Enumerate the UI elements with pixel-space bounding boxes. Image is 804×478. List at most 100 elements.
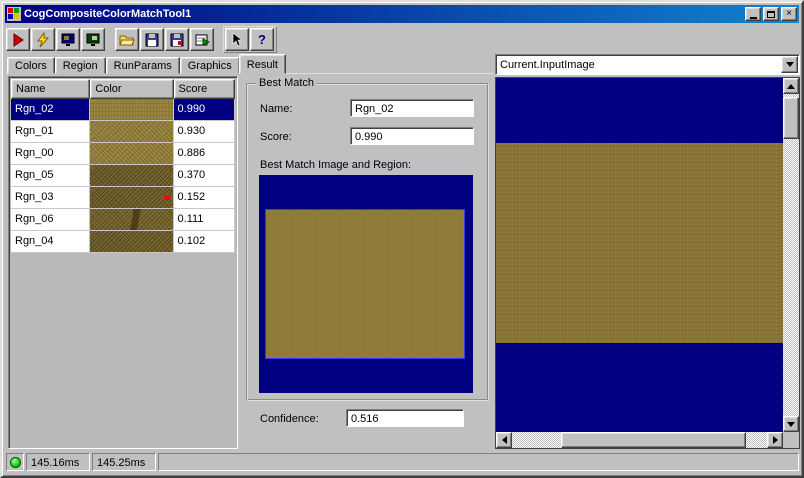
table-row[interactable]: Rgn_04 0.102: [11, 231, 235, 253]
input-image-match-band: [496, 143, 783, 343]
best-match-region: [265, 209, 465, 359]
table-row[interactable]: Rgn_06 0.111: [11, 209, 235, 231]
row-score[interactable]: 0.111: [173, 209, 235, 231]
row-name[interactable]: Rgn_02: [11, 99, 91, 121]
column-header-name[interactable]: Name: [11, 79, 91, 99]
horizontal-scroll-thumb[interactable]: [561, 432, 746, 448]
import-button[interactable]: [190, 28, 214, 51]
row-color-swatch[interactable]: [90, 209, 174, 231]
live-run-icon: [37, 31, 50, 47]
close-icon: ×: [786, 8, 792, 19]
table-row[interactable]: Rgn_05 0.370: [11, 165, 235, 187]
row-name[interactable]: Rgn_05: [11, 165, 91, 187]
import-icon: [195, 34, 210, 46]
tab-region[interactable]: Region: [54, 57, 106, 74]
tab-strip: Colors Region RunParams Graphics Result: [7, 54, 286, 74]
save-image-icon: [170, 33, 184, 46]
grid-header-row: Name Color Score: [11, 79, 235, 99]
row-color-swatch[interactable]: [90, 143, 174, 165]
row-score[interactable]: 0.152: [173, 187, 235, 209]
row-color-swatch[interactable]: [90, 187, 174, 209]
image-display-a-button[interactable]: [56, 28, 80, 51]
confidence-field[interactable]: 0.516: [346, 409, 464, 427]
combobox-dropdown-button[interactable]: [781, 56, 798, 73]
chevron-down-icon: [785, 62, 794, 67]
row-score[interactable]: 0.886: [173, 143, 235, 165]
vertical-scroll-thumb[interactable]: [783, 97, 799, 139]
row-color-swatch[interactable]: [90, 121, 174, 143]
best-match-image: [259, 175, 473, 393]
match-marker: [163, 196, 170, 200]
status-bar: 145.16ms 145.25ms: [5, 451, 799, 473]
live-run-button[interactable]: [31, 28, 55, 51]
image-source-value: Current.InputImage: [500, 59, 595, 71]
tab-runparams[interactable]: RunParams: [105, 57, 180, 74]
table-row[interactable]: Rgn_01 0.930: [11, 121, 235, 143]
toolbar: ?: [6, 26, 277, 53]
titlebar-buttons: ×: [745, 7, 797, 21]
vertical-scrollbar[interactable]: [783, 78, 799, 432]
column-header-score[interactable]: Score: [173, 79, 235, 99]
minimize-icon: [749, 16, 757, 19]
score-field[interactable]: 0.990: [350, 127, 474, 145]
save-icon: [145, 33, 159, 46]
status-led-icon: [9, 456, 21, 468]
image-display-a-icon: [61, 33, 75, 46]
run-icon: [13, 32, 24, 47]
open-file-button[interactable]: [115, 28, 139, 51]
pointer-icon: [232, 31, 243, 46]
minimize-button[interactable]: [745, 7, 761, 21]
row-color-swatch[interactable]: [90, 165, 174, 187]
scroll-left-button[interactable]: [496, 432, 512, 448]
close-button[interactable]: ×: [781, 7, 797, 21]
input-image-canvas: [496, 78, 783, 432]
confidence-label: Confidence:: [260, 413, 319, 425]
pointer-button[interactable]: [225, 28, 249, 51]
input-image-display: [495, 77, 800, 449]
table-row[interactable]: Rgn_02 0.990: [11, 99, 235, 121]
tab-result[interactable]: Result: [238, 54, 286, 74]
row-score[interactable]: 0.102: [173, 231, 235, 253]
table-row[interactable]: Rgn_03 0.152: [11, 187, 235, 209]
row-name[interactable]: Rgn_00: [11, 143, 91, 165]
row-color-swatch[interactable]: [90, 99, 174, 121]
scroll-down-button[interactable]: [783, 416, 799, 432]
scrollbar-corner: [783, 432, 799, 448]
toolbar-tools-group: ?: [223, 26, 277, 53]
maximize-icon: [767, 10, 775, 18]
row-score[interactable]: 0.990: [173, 99, 235, 121]
row-name[interactable]: Rgn_03: [11, 187, 91, 209]
save-image-button[interactable]: [165, 28, 189, 51]
scroll-up-button[interactable]: [783, 78, 799, 94]
column-header-color[interactable]: Color: [90, 79, 174, 99]
tab-graphics[interactable]: Graphics: [179, 57, 240, 74]
tab-colors[interactable]: Colors: [7, 57, 55, 74]
arrow-right-icon: [772, 436, 778, 444]
row-score[interactable]: 0.370: [173, 165, 235, 187]
maximize-button[interactable]: [763, 7, 779, 21]
horizontal-scrollbar[interactable]: [496, 432, 783, 448]
best-match-group: Best Match Name: Rgn_02 Score: 0.990 Bes…: [246, 77, 489, 401]
name-field[interactable]: Rgn_02: [350, 99, 474, 117]
row-name[interactable]: Rgn_01: [11, 121, 91, 143]
open-file-icon: [119, 35, 135, 45]
status-total-time: 145.25ms: [92, 453, 156, 471]
name-label: Name:: [260, 103, 293, 115]
run-button[interactable]: [6, 28, 30, 51]
row-name[interactable]: Rgn_04: [11, 231, 91, 253]
row-name[interactable]: Rgn_06: [11, 209, 91, 231]
arrow-up-icon: [787, 83, 795, 89]
row-score[interactable]: 0.930: [173, 121, 235, 143]
results-grid-inner: Name Color Score Rgn_02 0.990 Rgn_01 0.9…: [11, 79, 235, 446]
image-display-b-icon: [86, 33, 100, 46]
image-source-combobox[interactable]: Current.InputImage: [495, 54, 800, 75]
table-row[interactable]: Rgn_00 0.886: [11, 143, 235, 165]
help-button[interactable]: ?: [250, 28, 274, 51]
app-icon: [7, 7, 21, 21]
arrow-left-icon: [501, 436, 507, 444]
titlebar[interactable]: CogCompositeColorMatchTool1 ×: [5, 5, 799, 23]
scroll-right-button[interactable]: [767, 432, 783, 448]
save-button[interactable]: [140, 28, 164, 51]
image-display-b-button[interactable]: [81, 28, 105, 51]
row-color-swatch[interactable]: [90, 231, 174, 253]
